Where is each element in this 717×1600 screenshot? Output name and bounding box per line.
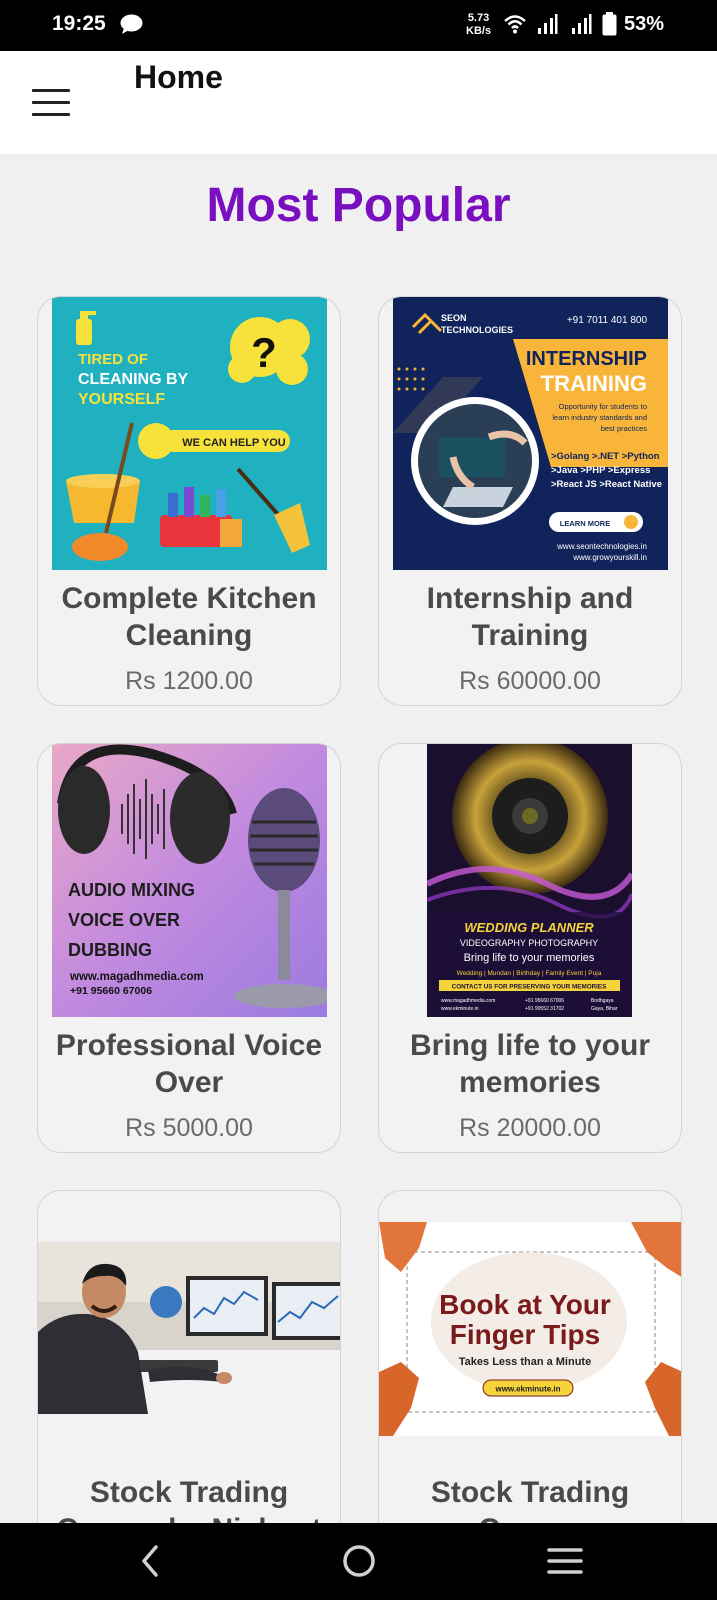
back-button[interactable] <box>126 1541 176 1581</box>
promo-headline: INTERNSHIP <box>526 348 647 370</box>
signal-icon <box>538 14 558 34</box>
promo-text: YOURSELF <box>78 391 165 408</box>
website-text: www.ekminute.in <box>494 1385 560 1394</box>
learn-more-text: LEARN MORE <box>560 519 610 528</box>
promo-headline: WEDDING PLANNER <box>464 920 594 935</box>
website-text: www.seontechnologies.in <box>556 542 647 551</box>
website-text: www.growyourskill.in <box>572 553 647 562</box>
website-text: www.magadhmedia.com <box>441 998 495 1004</box>
product-image <box>38 1242 340 1414</box>
phone-text: +91 7011 401 800 <box>567 315 648 326</box>
section-title: Most Popular <box>206 179 511 232</box>
location-text: Gaya, Bihar <box>591 1006 618 1012</box>
svg-text:?: ? <box>251 329 277 376</box>
promo-text: VOICE OVER <box>68 910 180 930</box>
promo-text: CLEANING BY <box>78 371 189 388</box>
product-image: SEON TECHNOLOGIES +91 7011 401 800 INTER… <box>393 297 668 570</box>
network-speed-value: 5.73 <box>467 12 490 24</box>
phone-text: +91 90552 31702 <box>525 1006 564 1012</box>
home-icon <box>343 1545 375 1577</box>
product-name: Professional Voice Over <box>55 1029 323 1099</box>
promo-text: AUDIO MIXING <box>68 880 195 900</box>
recents-icon <box>547 1548 583 1574</box>
product-price: Rs 60000.00 <box>459 667 601 695</box>
tech-list: >React JS >React Native <box>551 479 662 490</box>
screen: 19:25 5.73 KB/s 53% Home Most Popular ? … <box>0 0 717 1600</box>
promo-tagline: WE CAN HELP YOU <box>182 437 286 449</box>
back-icon <box>142 1545 158 1577</box>
promo-text: Takes Less than a Minute <box>459 1356 591 1368</box>
product-card[interactable]: AUDIO MIXING VOICE OVER DUBBING www.maga… <box>37 743 341 1153</box>
product-name: Internship and Training <box>426 582 634 652</box>
network-speed-unit: KB/s <box>466 25 492 37</box>
promo-headline: Finger Tips <box>450 1319 600 1350</box>
status-time: 19:25 <box>52 12 106 35</box>
hamburger-icon <box>32 89 70 92</box>
hamburger-icon <box>32 113 70 116</box>
product-card[interactable]: WEDDING PLANNER VIDEOGRAPHY PHOTOGRAPHY … <box>378 743 682 1153</box>
system-nav-bar <box>0 1523 717 1600</box>
wifi-icon <box>504 15 526 34</box>
chat-notification-icon <box>120 14 143 34</box>
product-price: Rs 20000.00 <box>459 1114 601 1142</box>
status-bar: 19:25 5.73 KB/s 53% <box>0 0 717 51</box>
product-image: WEDDING PLANNER VIDEOGRAPHY PHOTOGRAPHY … <box>427 744 632 1017</box>
product-image: AUDIO MIXING VOICE OVER DUBBING www.maga… <box>52 744 327 1017</box>
product-price: Rs 5000.00 <box>125 1114 253 1142</box>
promo-headline: TRAINING <box>541 371 647 396</box>
product-name: Bring life to your memories <box>410 1029 650 1099</box>
promo-text: learn industry standards and <box>552 413 647 422</box>
hamburger-icon <box>32 101 70 104</box>
promo-text: CONTACT US FOR PRESERVING YOUR MEMORIES <box>452 984 607 991</box>
app-bar: Home <box>0 51 717 154</box>
battery-icon <box>602 12 617 36</box>
battery-percent: 53% <box>624 13 665 35</box>
promo-tagline: Bring life to your memories <box>464 952 595 964</box>
promo-text: best practices <box>601 424 648 433</box>
product-card[interactable]: ? TIRED OF CLEANING BY YOURSELF WE CAN H… <box>37 296 341 706</box>
promo-text: TIRED OF <box>78 351 148 368</box>
menu-button[interactable] <box>28 85 74 121</box>
brand-name: TECHNOLOGIES <box>441 325 513 335</box>
page-title: Home <box>134 59 223 95</box>
product-image: ? TIRED OF CLEANING BY YOURSELF WE CAN H… <box>52 297 327 570</box>
location-text: Bodhgaya <box>591 998 614 1004</box>
promo-text: DUBBING <box>68 940 152 960</box>
product-name: Complete Kitchen Cleaning <box>61 582 317 652</box>
promo-headline: Book at Your <box>439 1289 611 1320</box>
product-price: Rs 1200.00 <box>125 667 253 695</box>
home-button[interactable] <box>334 1541 384 1581</box>
signal-icon <box>572 14 592 34</box>
product-image: Book at Your Finger Tips Takes Less than… <box>379 1222 681 1436</box>
promo-text: Opportunity for students to <box>559 402 647 411</box>
product-card[interactable]: SEON TECHNOLOGIES +91 7011 401 800 INTER… <box>378 296 682 706</box>
promo-text: VIDEOGRAPHY PHOTOGRAPHY <box>460 938 598 948</box>
website-text: www.ekminute.in <box>441 1006 479 1012</box>
recents-button[interactable] <box>540 1541 590 1581</box>
tech-list: >Java >PHP >Express <box>551 465 650 476</box>
brand-name: SEON <box>441 313 467 323</box>
tech-list: >Golang >.NET >Python <box>551 451 660 462</box>
network-speed: 5.73 KB/s <box>466 12 491 38</box>
promo-text: Wedding | Mundan | Birthday | Family Eve… <box>457 970 602 977</box>
phone-text: +91 95660 67006 <box>70 985 152 997</box>
website-text: www.magadhmedia.com <box>69 971 204 983</box>
phone-text: +91 95660 67006 <box>525 998 564 1004</box>
